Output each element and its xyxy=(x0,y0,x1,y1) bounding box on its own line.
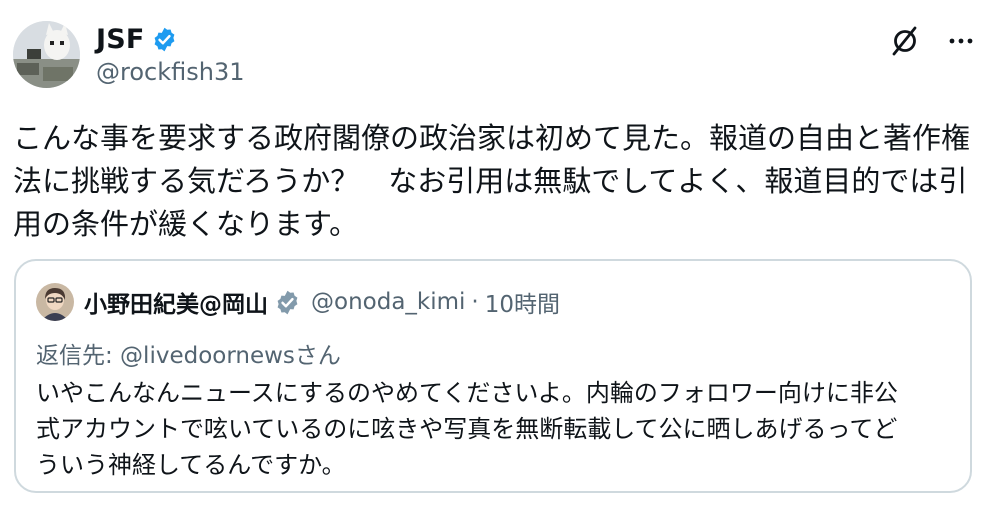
tweet-text: こんな事を要求する政府閣僚の政治家は初めて見た。報道の自由と著作権 法に挑戦する… xyxy=(13,121,971,241)
reply-to-label: 返信先: @livedoornewsさん xyxy=(36,343,341,369)
quoted-tweet-header: 小野田紀美@岡山 @onoda_kimi · 10時間 xyxy=(36,283,560,321)
grok-icon[interactable] xyxy=(888,24,922,58)
more-icon[interactable] xyxy=(946,26,976,56)
tweet-avatar[interactable] xyxy=(13,21,80,88)
quoted-tweet[interactable]: 小野田紀美@岡山 @onoda_kimi · 10時間 返信先: @livedo… xyxy=(14,259,972,493)
tweet-top-actions xyxy=(888,24,976,58)
quoted-author-display-name[interactable]: 小野田紀美@岡山 xyxy=(84,285,268,319)
author-display-name[interactable]: JSF xyxy=(96,24,145,55)
verified-badge-icon[interactable] xyxy=(151,26,178,53)
quoted-tweet-text: いやこんなんニュースにするのやめてくださいよ。内輪のフォロワー向けに非公 式アカ… xyxy=(36,379,898,479)
tweet-author: JSF @rockfish31 xyxy=(96,22,245,87)
quoted-author-handle[interactable]: @onoda_kimi xyxy=(311,289,465,315)
quoted-author-avatar[interactable] xyxy=(36,283,74,321)
separator-dot: · xyxy=(471,289,479,315)
quoted-tweet-timestamp[interactable]: 10時間 xyxy=(485,285,560,319)
author-handle[interactable]: @rockfish31 xyxy=(96,58,245,86)
gray-verified-badge-icon[interactable] xyxy=(274,289,301,316)
